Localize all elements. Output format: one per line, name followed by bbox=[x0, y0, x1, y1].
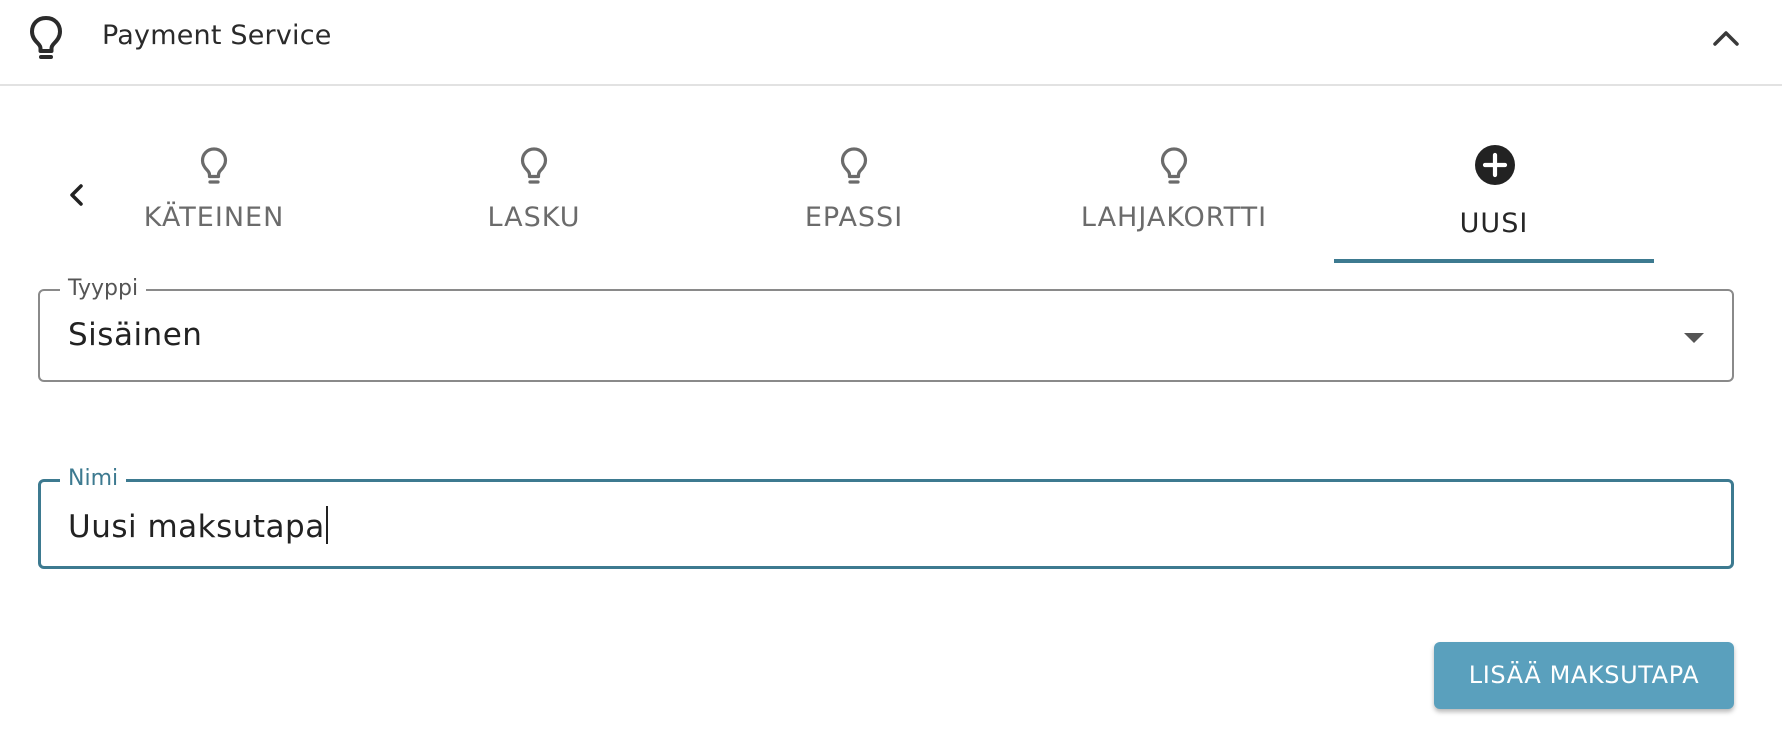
dropdown-arrow-icon[interactable] bbox=[1682, 331, 1706, 345]
active-tab-indicator bbox=[1334, 259, 1654, 263]
tab-label: EPASSI bbox=[804, 202, 904, 233]
chevron-up-icon[interactable] bbox=[1710, 24, 1742, 52]
section-header[interactable]: Payment Service bbox=[0, 0, 1782, 86]
name-input-text: Uusi maksutapa bbox=[68, 509, 325, 545]
lightbulb-icon bbox=[1160, 147, 1188, 184]
tab-label: LASKU bbox=[487, 202, 581, 233]
tab-label: UUSI bbox=[1459, 208, 1529, 239]
name-input-label: Nimi bbox=[60, 464, 127, 494]
name-input-value[interactable]: Uusi maksutapa bbox=[68, 506, 328, 545]
tab-label: LAHJAKORTTI bbox=[1080, 202, 1268, 233]
tab-kateinen[interactable]: KÄTEINEN bbox=[54, 130, 374, 263]
payment-method-tabs: KÄTEINEN LASKU EPASSI LAHJAKORTTI UUSI bbox=[0, 130, 1782, 265]
name-input[interactable]: Nimi Uusi maksutapa bbox=[38, 464, 1734, 569]
lightbulb-icon bbox=[520, 147, 548, 184]
lightbulb-icon bbox=[840, 147, 868, 184]
type-select-label: Tyyppi bbox=[60, 274, 147, 304]
tab-lahjakortti[interactable]: LAHJAKORTTI bbox=[1014, 130, 1334, 263]
tab-label: KÄTEINEN bbox=[143, 202, 285, 233]
lightbulb-icon bbox=[30, 16, 62, 59]
type-select[interactable]: Tyyppi Sisäinen bbox=[38, 274, 1734, 382]
tab-epassi[interactable]: EPASSI bbox=[694, 130, 1014, 263]
lightbulb-icon bbox=[200, 147, 228, 184]
section-title: Payment Service bbox=[102, 20, 332, 51]
add-payment-method-button[interactable]: LISÄÄ MAKSUTAPA bbox=[1434, 642, 1734, 709]
tab-uusi[interactable]: UUSI bbox=[1334, 130, 1654, 263]
text-cursor bbox=[325, 506, 328, 544]
type-select-value: Sisäinen bbox=[68, 317, 203, 353]
add-circle-icon bbox=[1475, 145, 1515, 185]
tab-lasku[interactable]: LASKU bbox=[374, 130, 694, 263]
